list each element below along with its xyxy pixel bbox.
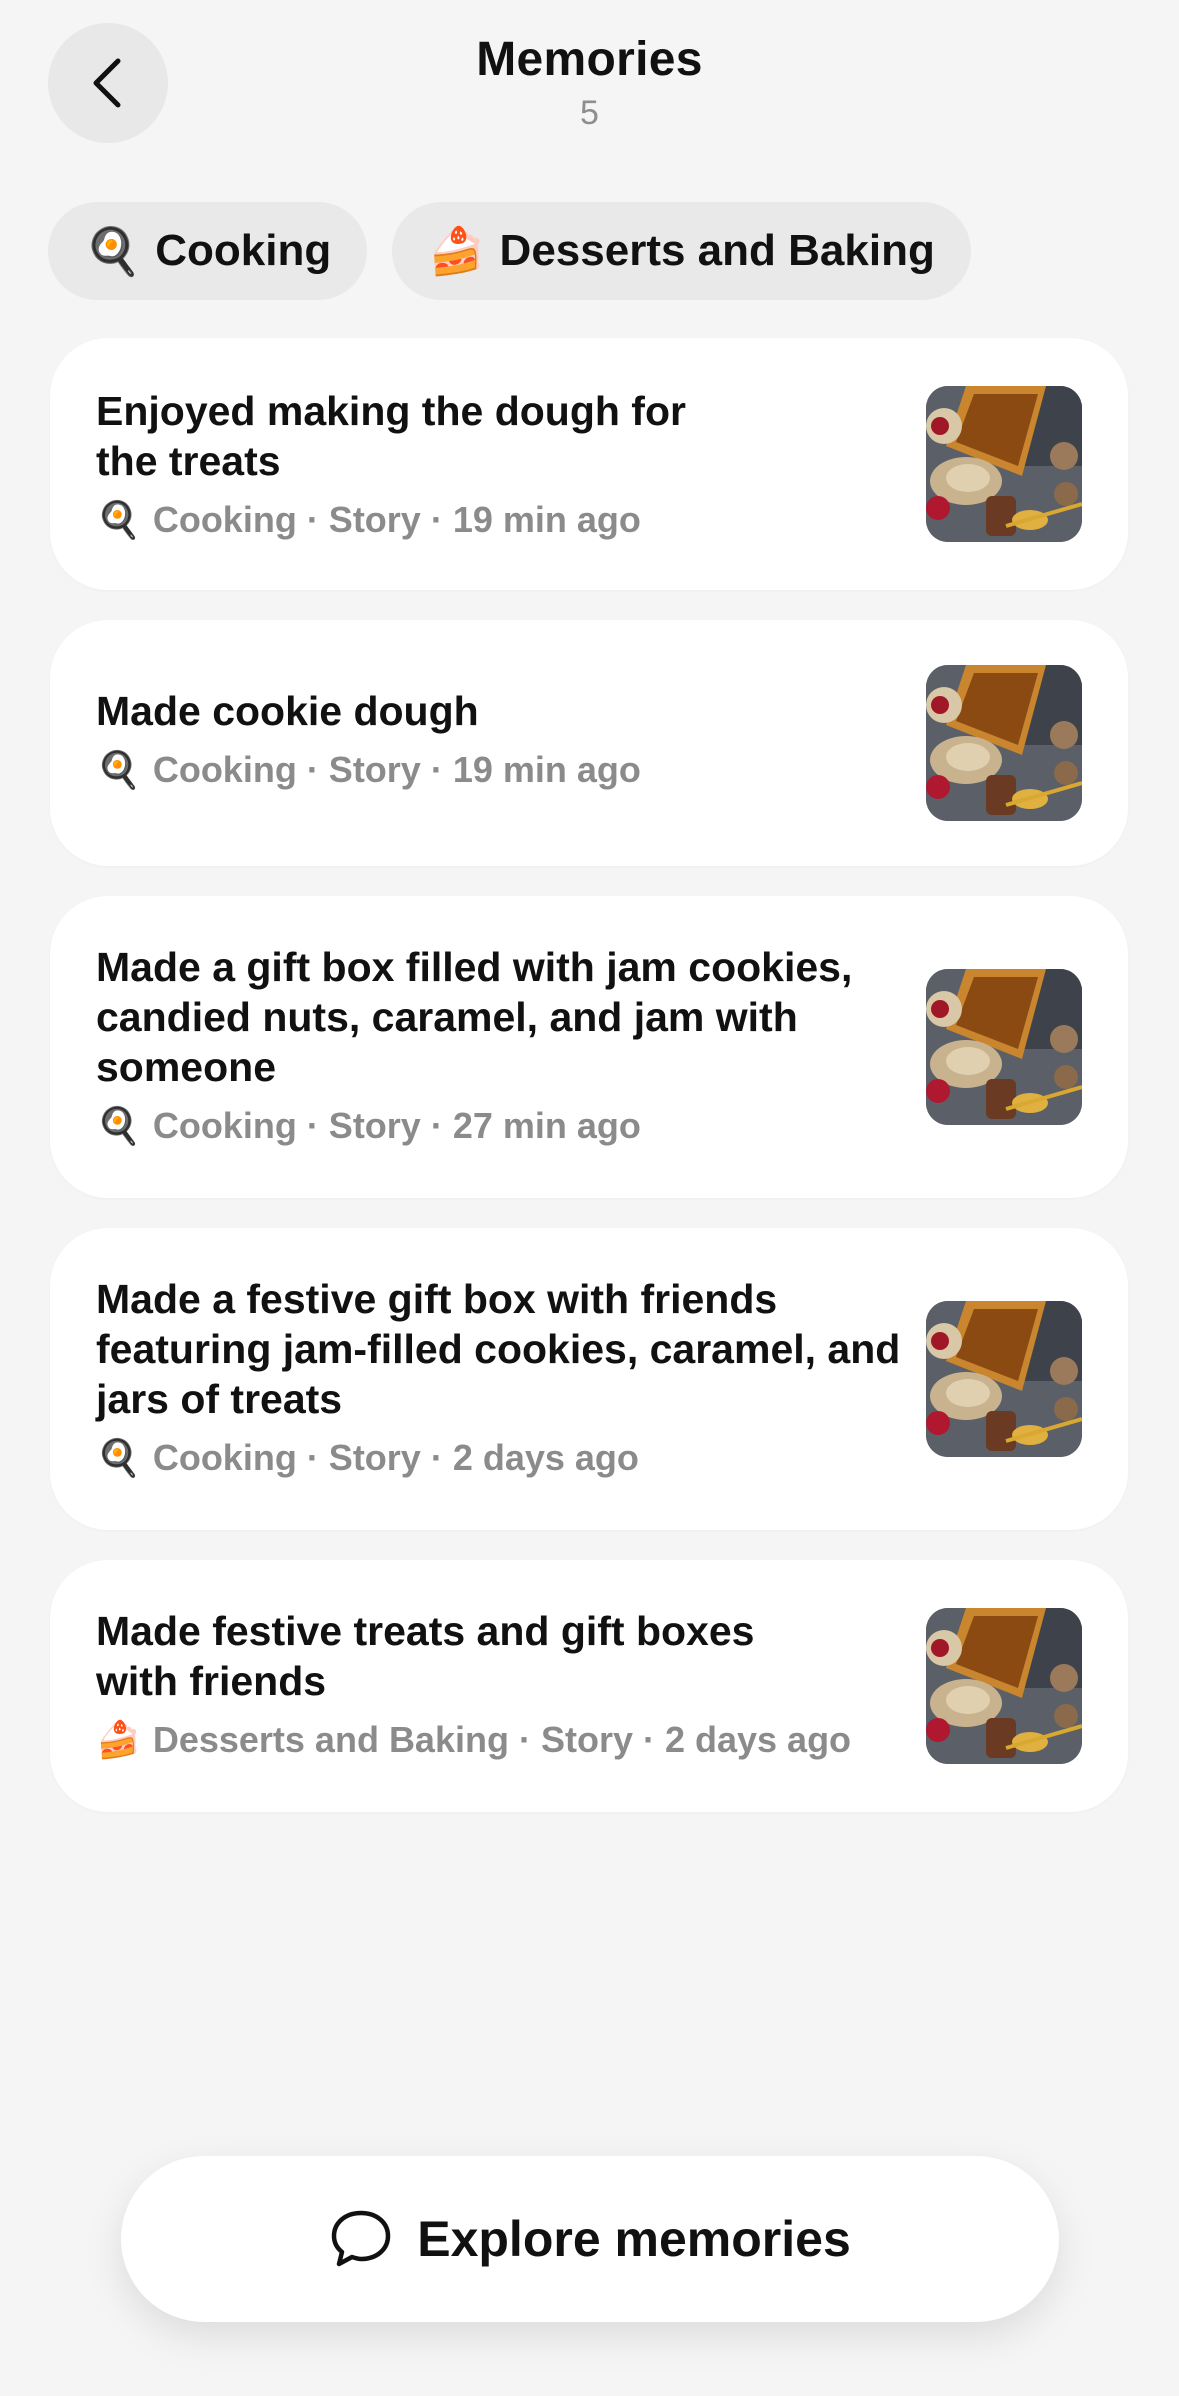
frying-pan-icon: 🍳: [96, 499, 141, 540]
memory-meta: 🍰 Desserts and Baking · Story · 2 days a…: [96, 1718, 916, 1762]
memory-thumbnail: [926, 969, 1082, 1125]
explore-memories-button[interactable]: Explore memories: [121, 2156, 1059, 2322]
chip-label: Cooking: [155, 226, 332, 275]
explore-label: Explore memories: [417, 2211, 851, 2267]
chip-label: Desserts and Baking: [499, 226, 935, 275]
frying-pan-icon: 🍳: [96, 1437, 141, 1478]
memory-title: Made cookie dough: [96, 688, 479, 734]
memory-card[interactable]: Made festive treats and gift boxes with …: [50, 1560, 1128, 1812]
chat-bubble-icon: [329, 2208, 393, 2270]
memory-meta: 🍳 Cooking · Story · 27 min ago: [96, 1104, 916, 1148]
memory-card[interactable]: Made a gift box filled with jam cookies,…: [50, 896, 1128, 1198]
memory-meta: 🍳 Cooking · Story · 19 min ago: [96, 498, 916, 542]
memory-card[interactable]: Made cookie dough 🍳 Cooking · Story · 19…: [50, 620, 1128, 866]
memory-meta: 🍳 Cooking · Story · 2 days ago: [96, 1436, 916, 1480]
frying-pan-icon: 🍳: [96, 1105, 141, 1146]
cake-icon: 🍰: [428, 225, 486, 277]
memory-thumbnail: [926, 1301, 1082, 1457]
memory-meta-text: Cooking · Story · 27 min ago: [152, 1105, 641, 1146]
chip-desserts-and-baking[interactable]: 🍰 Desserts and Baking: [392, 202, 971, 300]
frying-pan-icon: 🍳: [84, 225, 142, 277]
memory-meta-text: Desserts and Baking · Story · 2 days ago: [152, 1719, 852, 1760]
memory-thumbnail: [926, 665, 1082, 821]
memory-count: 5: [580, 94, 599, 132]
memory-meta-text: Cooking · Story · 19 min ago: [152, 749, 641, 790]
memory-thumbnail: [926, 386, 1082, 542]
memory-title: Made a gift box filled with jam cookies,…: [96, 944, 853, 1090]
memory-meta-text: Cooking · Story · 19 min ago: [152, 499, 641, 540]
chip-cooking[interactable]: 🍳 Cooking: [48, 202, 368, 300]
memory-card[interactable]: Enjoyed making the dough for the treats …: [50, 338, 1128, 590]
memory-title: Made festive treats and gift boxes with …: [96, 1608, 755, 1704]
cake-icon: 🍰: [96, 1719, 141, 1760]
memory-thumbnail: [926, 1608, 1082, 1764]
page-title: Memories: [476, 33, 703, 86]
memory-title: Made a festive gift box with friends fea…: [96, 1276, 901, 1422]
memory-meta: 🍳 Cooking · Story · 19 min ago: [96, 748, 916, 792]
frying-pan-icon: 🍳: [96, 749, 141, 790]
memory-meta-text: Cooking · Story · 2 days ago: [152, 1437, 639, 1478]
filter-chips: 🍳 Cooking 🍰 Desserts and Baking: [48, 202, 971, 300]
memory-card[interactable]: Made a festive gift box with friends fea…: [50, 1228, 1128, 1530]
memory-title: Enjoyed making the dough for the treats: [96, 388, 686, 484]
header: Memories 5: [0, 0, 1179, 170]
